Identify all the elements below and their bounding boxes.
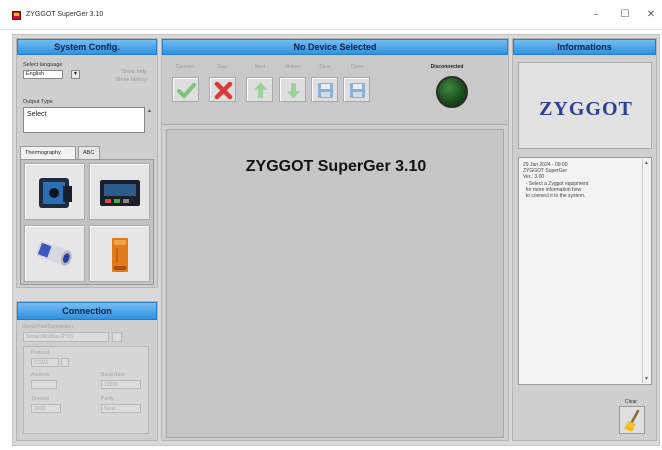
log-line: to connect it to the system. — [523, 193, 586, 200]
open-button[interactable] — [343, 77, 370, 102]
broom-icon — [624, 409, 640, 432]
stop-label: Stop — [216, 64, 228, 70]
arrow-down-icon — [287, 83, 300, 99]
clear-label: Clear — [625, 399, 637, 405]
parity-select[interactable]: None — [101, 404, 141, 413]
timeout-label: Timeout — [31, 396, 49, 402]
serial-port-label: Serial Port/Connection — [23, 324, 74, 330]
informations-panel: Informations ZYGGOT 29 Jan 2024 - 09:00 … — [512, 38, 657, 441]
connection-status-led — [436, 76, 468, 108]
device-cylinder-sensor[interactable] — [24, 225, 85, 282]
language-label: Select language — [23, 62, 63, 68]
save-disk-icon — [318, 83, 333, 98]
output-type-label: Output Type — [23, 99, 53, 105]
maximize-button[interactable]: ☐ — [618, 8, 632, 22]
app-client-area: System Config. Select language English ▼… — [12, 34, 660, 446]
system-config-panel: System Config. Select language English ▼… — [16, 38, 158, 288]
serial-port-value: Serial (Modbus RTU) — [26, 334, 73, 340]
protocol-select[interactable]: COM1 — [31, 358, 59, 367]
minimize-button[interactable]: – — [589, 8, 603, 22]
thermal-camera-icon — [39, 178, 72, 208]
device-controller[interactable] — [89, 163, 150, 220]
clear-button[interactable] — [619, 406, 645, 434]
check-icon — [177, 83, 196, 99]
app-main-title: ZYGGOT SuperGer 3.10 — [245, 158, 427, 175]
system-config-header: System Config. — [17, 39, 157, 55]
option-show-history[interactable]: Show history — [97, 77, 148, 83]
next-button[interactable] — [246, 77, 273, 102]
informations-header: Informations — [513, 39, 656, 55]
connection-status-label: Disconnected — [430, 64, 464, 70]
cylinder-sensor-icon — [36, 241, 72, 266]
open-disk-icon — [350, 83, 365, 98]
connect-button[interactable] — [172, 77, 199, 102]
connection-panel: Connection Serial Port/Connection Serial… — [16, 301, 158, 441]
chevron-down-icon[interactable]: ▼ — [71, 70, 80, 79]
cancel-x-icon — [214, 81, 233, 100]
zyggot-logo: ZYGGOT — [539, 98, 633, 120]
next-label: Next — [254, 64, 266, 70]
log-scrollbar[interactable]: ▲ ▼ — [642, 159, 650, 383]
address-field[interactable] — [31, 380, 57, 389]
connect-label: Connect — [175, 64, 195, 70]
window-title: ZYGGOT SuperGer 3.10 — [26, 11, 104, 18]
device-workspace: ZYGGOT SuperGer 3.10 — [166, 129, 504, 438]
timeout-field[interactable]: 1000 — [31, 404, 61, 413]
device-panel-header: No Device Selected — [162, 39, 508, 55]
return-label: Return — [285, 64, 301, 70]
window-title-bar: ZYGGOT SuperGer 3.10 – ☐ ✕ — [0, 0, 662, 30]
serial-port-select[interactable]: Serial (Modbus RTU) — [23, 332, 109, 342]
logo-area: ZYGGOT — [518, 62, 652, 149]
protocol-value: COM1 — [34, 360, 49, 366]
return-button[interactable] — [279, 77, 306, 102]
app-icon — [12, 11, 21, 20]
close-button[interactable]: ✕ — [644, 8, 658, 22]
device-panel: No Device Selected Connect Stop Next Ret… — [161, 38, 509, 441]
parity-value: None — [104, 406, 116, 412]
stop-button[interactable] — [209, 77, 236, 102]
protocol-dropdown-icon[interactable] — [61, 358, 69, 367]
output-type-field[interactable]: Select — [23, 107, 145, 133]
scroll-down-icon[interactable]: ▼ — [644, 376, 649, 382]
parity-label: Parity — [101, 396, 114, 402]
tab-thermography[interactable]: Thermography — [20, 146, 76, 159]
device-grid — [20, 159, 154, 285]
din-module-icon — [112, 238, 128, 272]
tab-abc[interactable]: ABC — [78, 146, 100, 159]
controller-box-icon — [100, 180, 140, 206]
device-din-module[interactable] — [89, 225, 150, 282]
address-label: Address — [31, 372, 50, 378]
save-button[interactable] — [311, 77, 338, 102]
open-label: Open — [350, 64, 364, 70]
option-show-help[interactable]: Show help — [103, 69, 147, 75]
scroll-up-icon[interactable]: ▲ — [644, 160, 649, 166]
device-toolbar: Connect Stop Next Return Save Open Disco… — [162, 55, 508, 125]
language-select[interactable]: English — [23, 70, 63, 79]
arrow-up-icon — [254, 82, 267, 98]
info-log: 29 Jan 2024 - 09:00 ZYGGOT SuperGer Ver.… — [518, 157, 652, 385]
baud-rate-select[interactable]: 19200 — [101, 380, 141, 389]
connection-header: Connection — [17, 302, 157, 320]
timeout-value: 1000 — [34, 406, 46, 412]
device-thermal-camera[interactable] — [24, 163, 85, 220]
save-label: Save — [319, 64, 331, 70]
serial-port-dropdown-icon[interactable] — [112, 332, 122, 342]
scroll-up-icon[interactable]: ▲ — [147, 108, 153, 114]
baud-rate-label: Baud Rate — [101, 372, 125, 378]
device-tabs: Thermography ABC — [20, 146, 154, 159]
protocol-label: Protocol — [31, 350, 50, 356]
baud-rate-value: 19200 — [104, 382, 118, 388]
